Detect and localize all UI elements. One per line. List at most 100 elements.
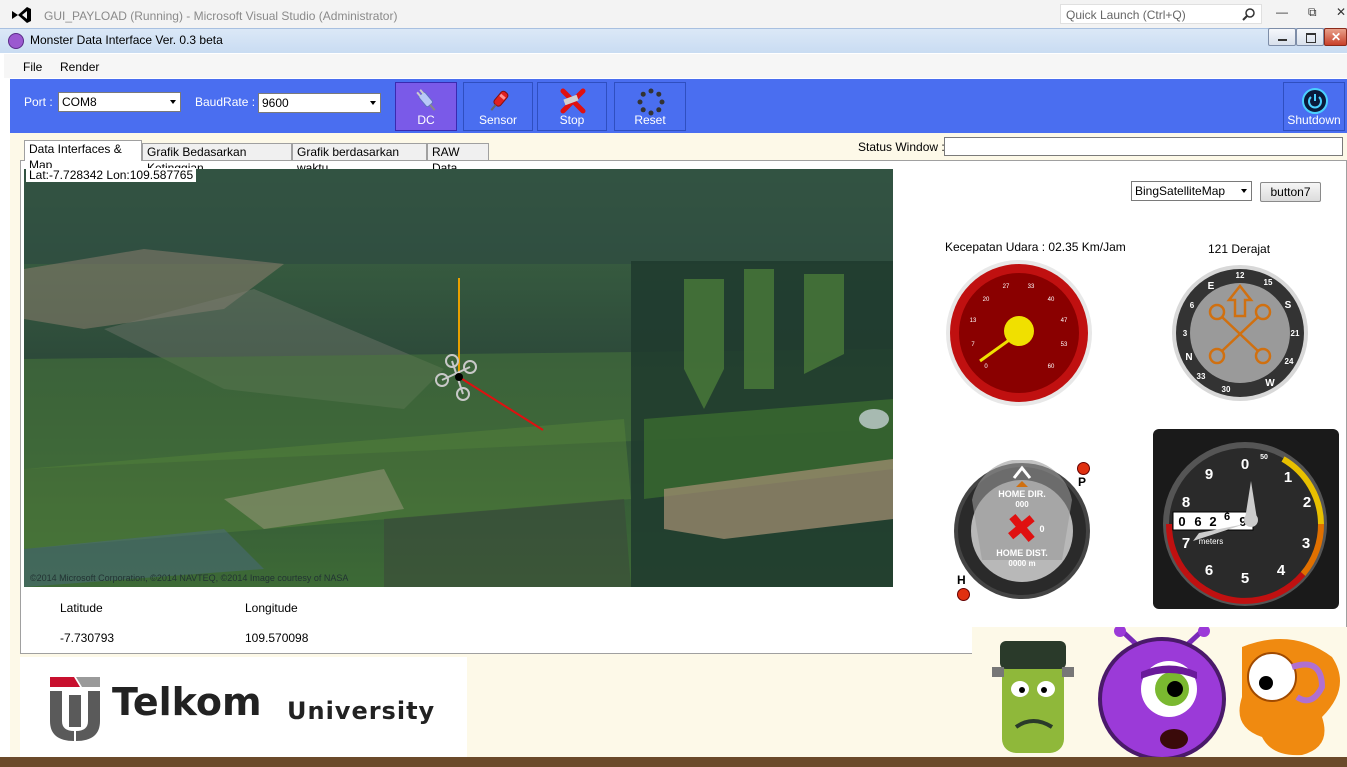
home-side-value: 0 [1039,524,1044,534]
alt-small-tick: 50 [1260,454,1268,461]
power-icon [1302,88,1328,114]
chevron-down-icon [370,101,376,105]
app-title: Monster Data Interface Ver. 0.3 beta [30,33,223,47]
speed-tick: 47 [1061,318,1068,324]
speed-tick: 40 [1048,297,1055,303]
compass-tick: 33 [1197,372,1206,381]
compass-tick: S [1285,300,1292,311]
alt-digit: 6 [1194,514,1201,529]
compass-tick: N [1185,352,1192,363]
home-direction-gauge: HOME DIR. 000 0 HOME DIST. 0000 m [954,460,1090,599]
speed-tick: 13 [970,318,977,324]
monster-mascots [972,627,1347,758]
frankenstein-icon [992,641,1074,753]
alt-tick: 1 [1284,469,1292,486]
shutdown-button[interactable]: Shutdown [1283,82,1345,131]
button7[interactable]: button7 [1260,182,1321,202]
close-button[interactable]: ✕ [1324,28,1347,46]
speed-tick: 53 [1061,342,1068,348]
map-type-value: BingSatelliteMap [1135,184,1226,198]
quick-launch-input[interactable]: Quick Launch (Ctrl+Q) [1060,4,1262,24]
h-indicator-light [957,588,970,601]
heading-label: 121 Derajat [1208,242,1271,256]
p-indicator-light [1077,462,1090,475]
vs-close-icon[interactable]: ✕ [1336,5,1346,19]
home-dist-label: HOME DIST. [996,548,1048,558]
satellite-map[interactable] [24,169,893,587]
speed-tick: 27 [1003,284,1010,290]
alt-tick: 5 [1241,570,1249,587]
sensor-icon [490,90,509,111]
search-icon[interactable] [1242,7,1256,21]
reset-spinner-icon [637,88,665,116]
menu-render[interactable]: Render [60,60,99,74]
alt-tick: 0 [1241,456,1249,473]
telkom-logo-icon [50,677,100,741]
alt-tick: 6 [1205,562,1213,579]
alt-tick: 7 [1182,535,1190,552]
baudrate-select[interactable]: 9600 [258,93,381,113]
airspeed-gauge: 0 7 13 20 27 33 40 47 53 60 [946,260,1092,406]
compass-tick: E [1208,281,1215,292]
reset-button-label: Reset [634,113,666,127]
status-window-label: Status Window : [858,140,945,154]
speed-tick: 60 [1048,364,1055,370]
dc-button[interactable]: DC [395,82,457,131]
port-value: COM8 [62,95,97,109]
airspeed-label: Kecepatan Udara : 02.35 Km/Jam [945,240,1126,254]
compass-gauge: 12 15 S 21 24 W 30 33 N 3 6 E [1172,265,1308,401]
port-label: Port : [24,95,53,109]
sensor-button[interactable]: Sensor [463,82,533,131]
reset-button[interactable]: Reset [614,82,686,131]
tab-grafik-waktu[interactable]: Grafik berdasarkan waktu [292,143,427,175]
chevron-down-icon [170,100,176,104]
latitude-value: -7.730793 [60,631,115,645]
home-dir-value: 000 [1015,500,1029,509]
p-indicator-label: P [1078,475,1087,489]
shutdown-button-label: Shutdown [1287,113,1341,127]
vs-window-title: GUI_PAYLOAD (Running) - Microsoft Visual… [44,9,398,23]
monster-app-icon [8,33,24,49]
status-window-field[interactable] [944,137,1343,156]
vs-restore-icon[interactable]: ⧉ [1308,5,1317,20]
map-type-select[interactable]: BingSatelliteMap [1131,181,1252,201]
compass-tick: 12 [1236,271,1245,280]
logo-telkom-text: Telkom [112,680,262,724]
stop-button[interactable]: Stop [537,82,607,131]
chevron-down-icon [1241,189,1247,193]
alt-tick: 9 [1205,466,1213,483]
compass-tick: 6 [1190,301,1195,310]
logo-university-text: University [287,697,436,725]
vs-minimize-icon[interactable]: — [1276,5,1288,19]
tab-data-interfaces-map[interactable]: Data Interfaces & Map [24,140,142,172]
compass-tick: 24 [1285,357,1294,366]
menu-bar [4,54,1347,78]
taskbar-strip [0,757,1347,767]
longitude-value: 109.570098 [245,631,309,645]
altimeter-gauge: 0 1 2 3 4 5 6 7 8 9 50 0 6 2 6 9 meters [1153,429,1339,609]
map-copyright: ©2014 Microsoft Corporation, ©2014 NAVTE… [30,573,349,583]
alt-tick: 8 [1182,494,1190,511]
visual-studio-logo-icon [12,7,31,23]
minimize-button[interactable] [1268,28,1296,46]
map-latlon-readout: Lat:-7.728342 Lon:109.587765 [26,168,197,182]
port-select[interactable]: COM8 [58,92,181,112]
alt-digit: 2 [1209,514,1216,529]
tab-raw-data[interactable]: RAW Data [427,143,489,175]
map-imagery [24,169,893,587]
tab-grafik-ketinggian[interactable]: Grafik Bedasarkan Ketinggian [142,143,292,175]
speed-tick: 20 [983,297,990,303]
latitude-label: Latitude [60,601,103,615]
alt-digit: 0 [1178,514,1185,529]
menu-file[interactable]: File [23,60,42,74]
speed-tick: 33 [1028,284,1035,290]
home-dir-label: HOME DIR. [998,489,1046,499]
restore-button[interactable] [1296,28,1324,46]
alt-tick: 4 [1277,562,1286,579]
minimize-icon [1278,39,1287,41]
dc-button-label: DC [417,113,435,127]
stop-button-label: Stop [559,113,585,127]
compass-tick: 21 [1291,329,1300,338]
close-icon: ✕ [1331,30,1342,44]
alt-tick: 3 [1302,535,1310,552]
